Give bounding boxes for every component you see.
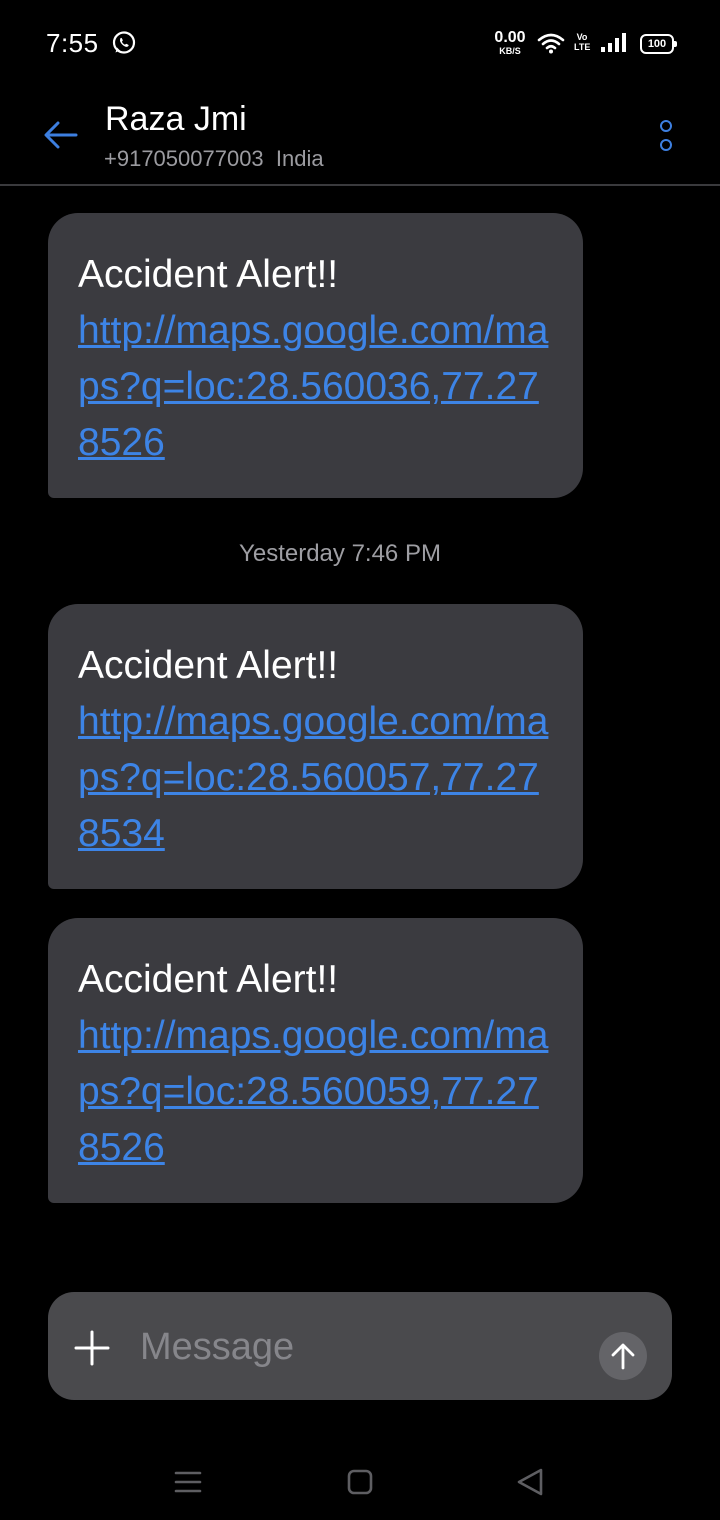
menu-icon[interactable] xyxy=(168,1462,208,1502)
timestamp: Yesterday 7:46 PM xyxy=(239,540,441,567)
message-link[interactable]: http://maps.google.com/maps?q=loc:28.560… xyxy=(78,1008,553,1176)
more-vertical-icon xyxy=(660,120,672,132)
home-square-icon[interactable] xyxy=(340,1462,380,1502)
message-link[interactable]: http://maps.google.com/maps?q=loc:28.560… xyxy=(78,694,553,862)
network-speed-unit: KB/S xyxy=(499,46,521,56)
arrow-left-icon xyxy=(44,121,78,149)
status-bar: 7:55 0.00 KB/S Vo LTE 100 xyxy=(0,0,720,86)
contact-name: Raza Jmi xyxy=(105,100,247,138)
system-navigation-bar xyxy=(0,1440,720,1520)
contact-phone: +917050077003 India xyxy=(104,146,324,171)
network-speed: 0.00 KB/S xyxy=(492,30,528,56)
arrow-up-icon xyxy=(611,1343,635,1370)
back-triangle-icon[interactable] xyxy=(510,1462,550,1502)
message-input[interactable] xyxy=(138,1320,582,1374)
network-speed-value: 0.00 xyxy=(494,29,526,46)
message-composer xyxy=(48,1292,672,1400)
more-options-button[interactable] xyxy=(650,112,682,160)
more-vertical-icon xyxy=(660,139,672,151)
volte-indicator: Vo LTE xyxy=(574,32,590,52)
volte-top: Vo xyxy=(576,32,588,42)
whatsapp-icon xyxy=(112,31,136,54)
message-bubble[interactable]: Accident Alert!! http://maps.google.com/… xyxy=(48,918,583,1203)
plus-icon[interactable] xyxy=(72,1328,112,1368)
wifi-icon xyxy=(537,33,565,54)
signal-icon xyxy=(601,33,626,52)
status-time: 7:55 xyxy=(46,28,99,58)
send-button[interactable] xyxy=(599,1332,647,1380)
message-bubble[interactable]: Accident Alert!! http://maps.google.com/… xyxy=(48,213,583,498)
message-text: Accident Alert!! xyxy=(78,253,339,296)
volte-bottom: LTE xyxy=(574,42,591,52)
message-text: Accident Alert!! xyxy=(78,958,339,1001)
message-text: Accident Alert!! xyxy=(78,644,339,687)
battery-icon: 100 xyxy=(640,34,677,54)
message-link[interactable]: http://maps.google.com/maps?q=loc:28.560… xyxy=(78,303,553,471)
conversation-header: Raza Jmi +917050077003 India xyxy=(0,86,720,186)
back-button[interactable] xyxy=(36,110,86,160)
message-bubble[interactable]: Accident Alert!! http://maps.google.com/… xyxy=(48,604,583,889)
